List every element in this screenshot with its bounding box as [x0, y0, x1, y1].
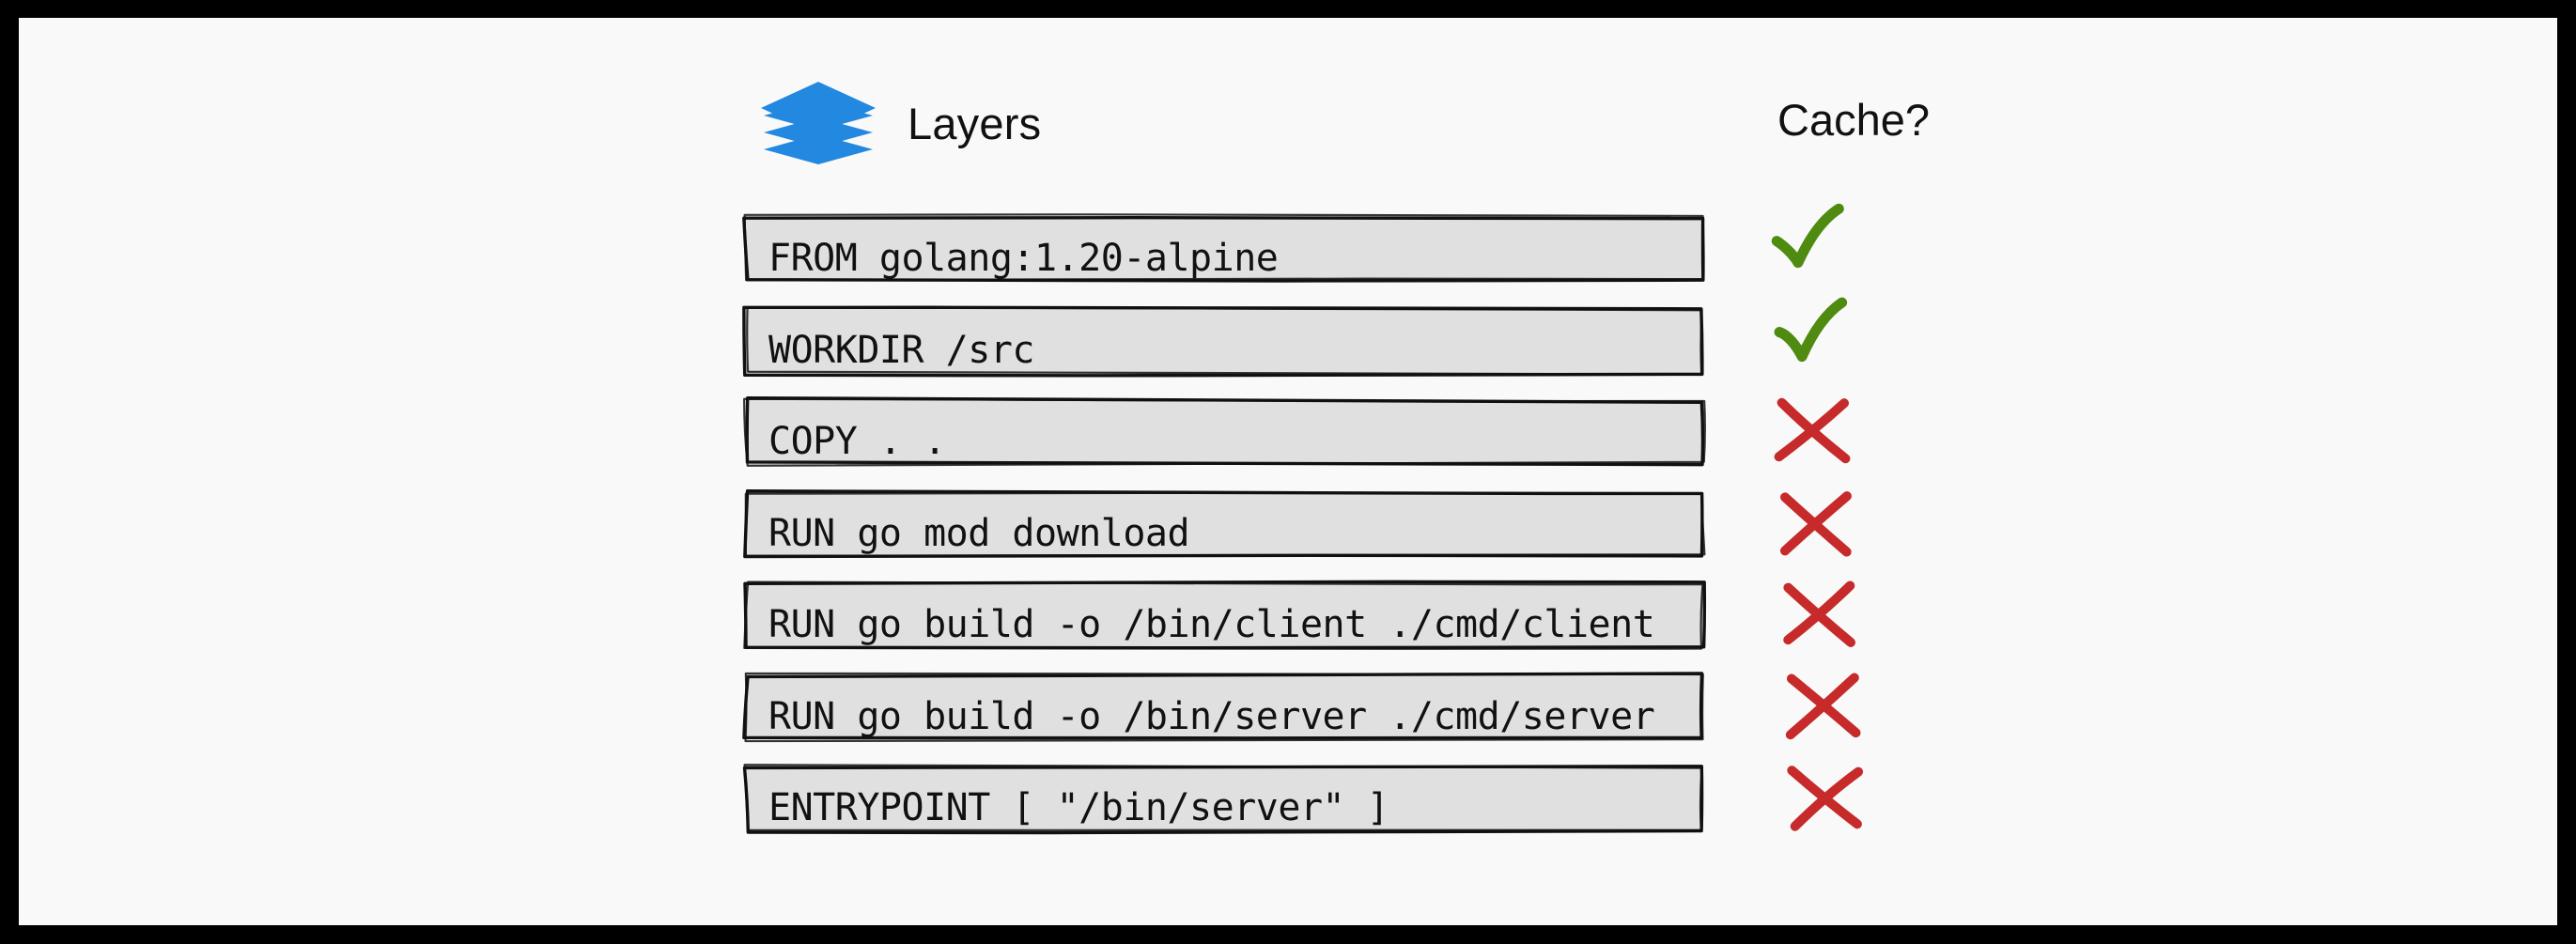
layer-row: RUN go mod download	[19, 479, 2557, 570]
layer-box-outline	[742, 671, 1704, 742]
cross-icon-glyph	[1783, 580, 1856, 647]
layer-row: WORKDIR /src	[19, 296, 2557, 387]
layer-rows: FROM golang:1.20-alpine WORKDIR /src COPY …	[19, 18, 2557, 925]
cross-icon	[1779, 664, 1883, 755]
image-frame: Layers Cache? FROM golang:1.20-alpine WOR…	[0, 0, 2576, 944]
layer-instruction-box[interactable]: ENTRYPOINT [ "/bin/server" ]	[723, 753, 1729, 844]
cross-icon-glyph	[1785, 673, 1861, 739]
layer-box-outline	[742, 305, 1704, 378]
layer-instruction-box[interactable]: WORKDIR /src	[723, 296, 1729, 387]
diagram-canvas: Layers Cache? FROM golang:1.20-alpine WOR…	[19, 18, 2557, 925]
layer-row: ENTRYPOINT [ "/bin/server" ]	[19, 753, 2557, 844]
cross-icon	[1782, 755, 1885, 846]
layer-box-outline	[742, 764, 1704, 835]
layer-instruction-box[interactable]: RUN go mod download	[723, 479, 1729, 570]
layer-row: RUN go build -o /bin/client ./cmd/client	[19, 570, 2557, 661]
layer-instruction-box[interactable]: RUN go build -o /bin/client ./cmd/client	[723, 570, 1729, 661]
layer-row: FROM golang:1.20-alpine	[19, 203, 2557, 295]
check-icon-glyph	[1774, 297, 1847, 362]
check-icon	[1766, 290, 1870, 381]
check-icon	[1762, 198, 1866, 289]
layer-row: RUN go build -o /bin/server ./cmd/server	[19, 662, 2557, 753]
layer-instruction-box[interactable]: COPY . .	[723, 387, 1729, 478]
cross-icon-glyph	[1779, 490, 1852, 557]
cross-icon-glyph	[1787, 766, 1864, 831]
layer-row: COPY . .	[19, 387, 2557, 478]
layer-box-outline	[743, 488, 1706, 558]
cross-icon	[1769, 389, 1872, 480]
layer-instruction-box[interactable]: FROM golang:1.20-alpine	[723, 204, 1729, 295]
layer-instruction-box[interactable]: RUN go build -o /bin/server ./cmd/server	[723, 662, 1729, 753]
layer-box-outline	[742, 213, 1705, 283]
cross-icon-glyph	[1774, 397, 1851, 464]
check-icon-glyph	[1771, 203, 1844, 269]
layer-box-outline	[743, 580, 1707, 650]
cross-icon	[1776, 572, 1879, 663]
layer-box-outline	[743, 395, 1706, 467]
cross-icon	[1773, 481, 1876, 572]
